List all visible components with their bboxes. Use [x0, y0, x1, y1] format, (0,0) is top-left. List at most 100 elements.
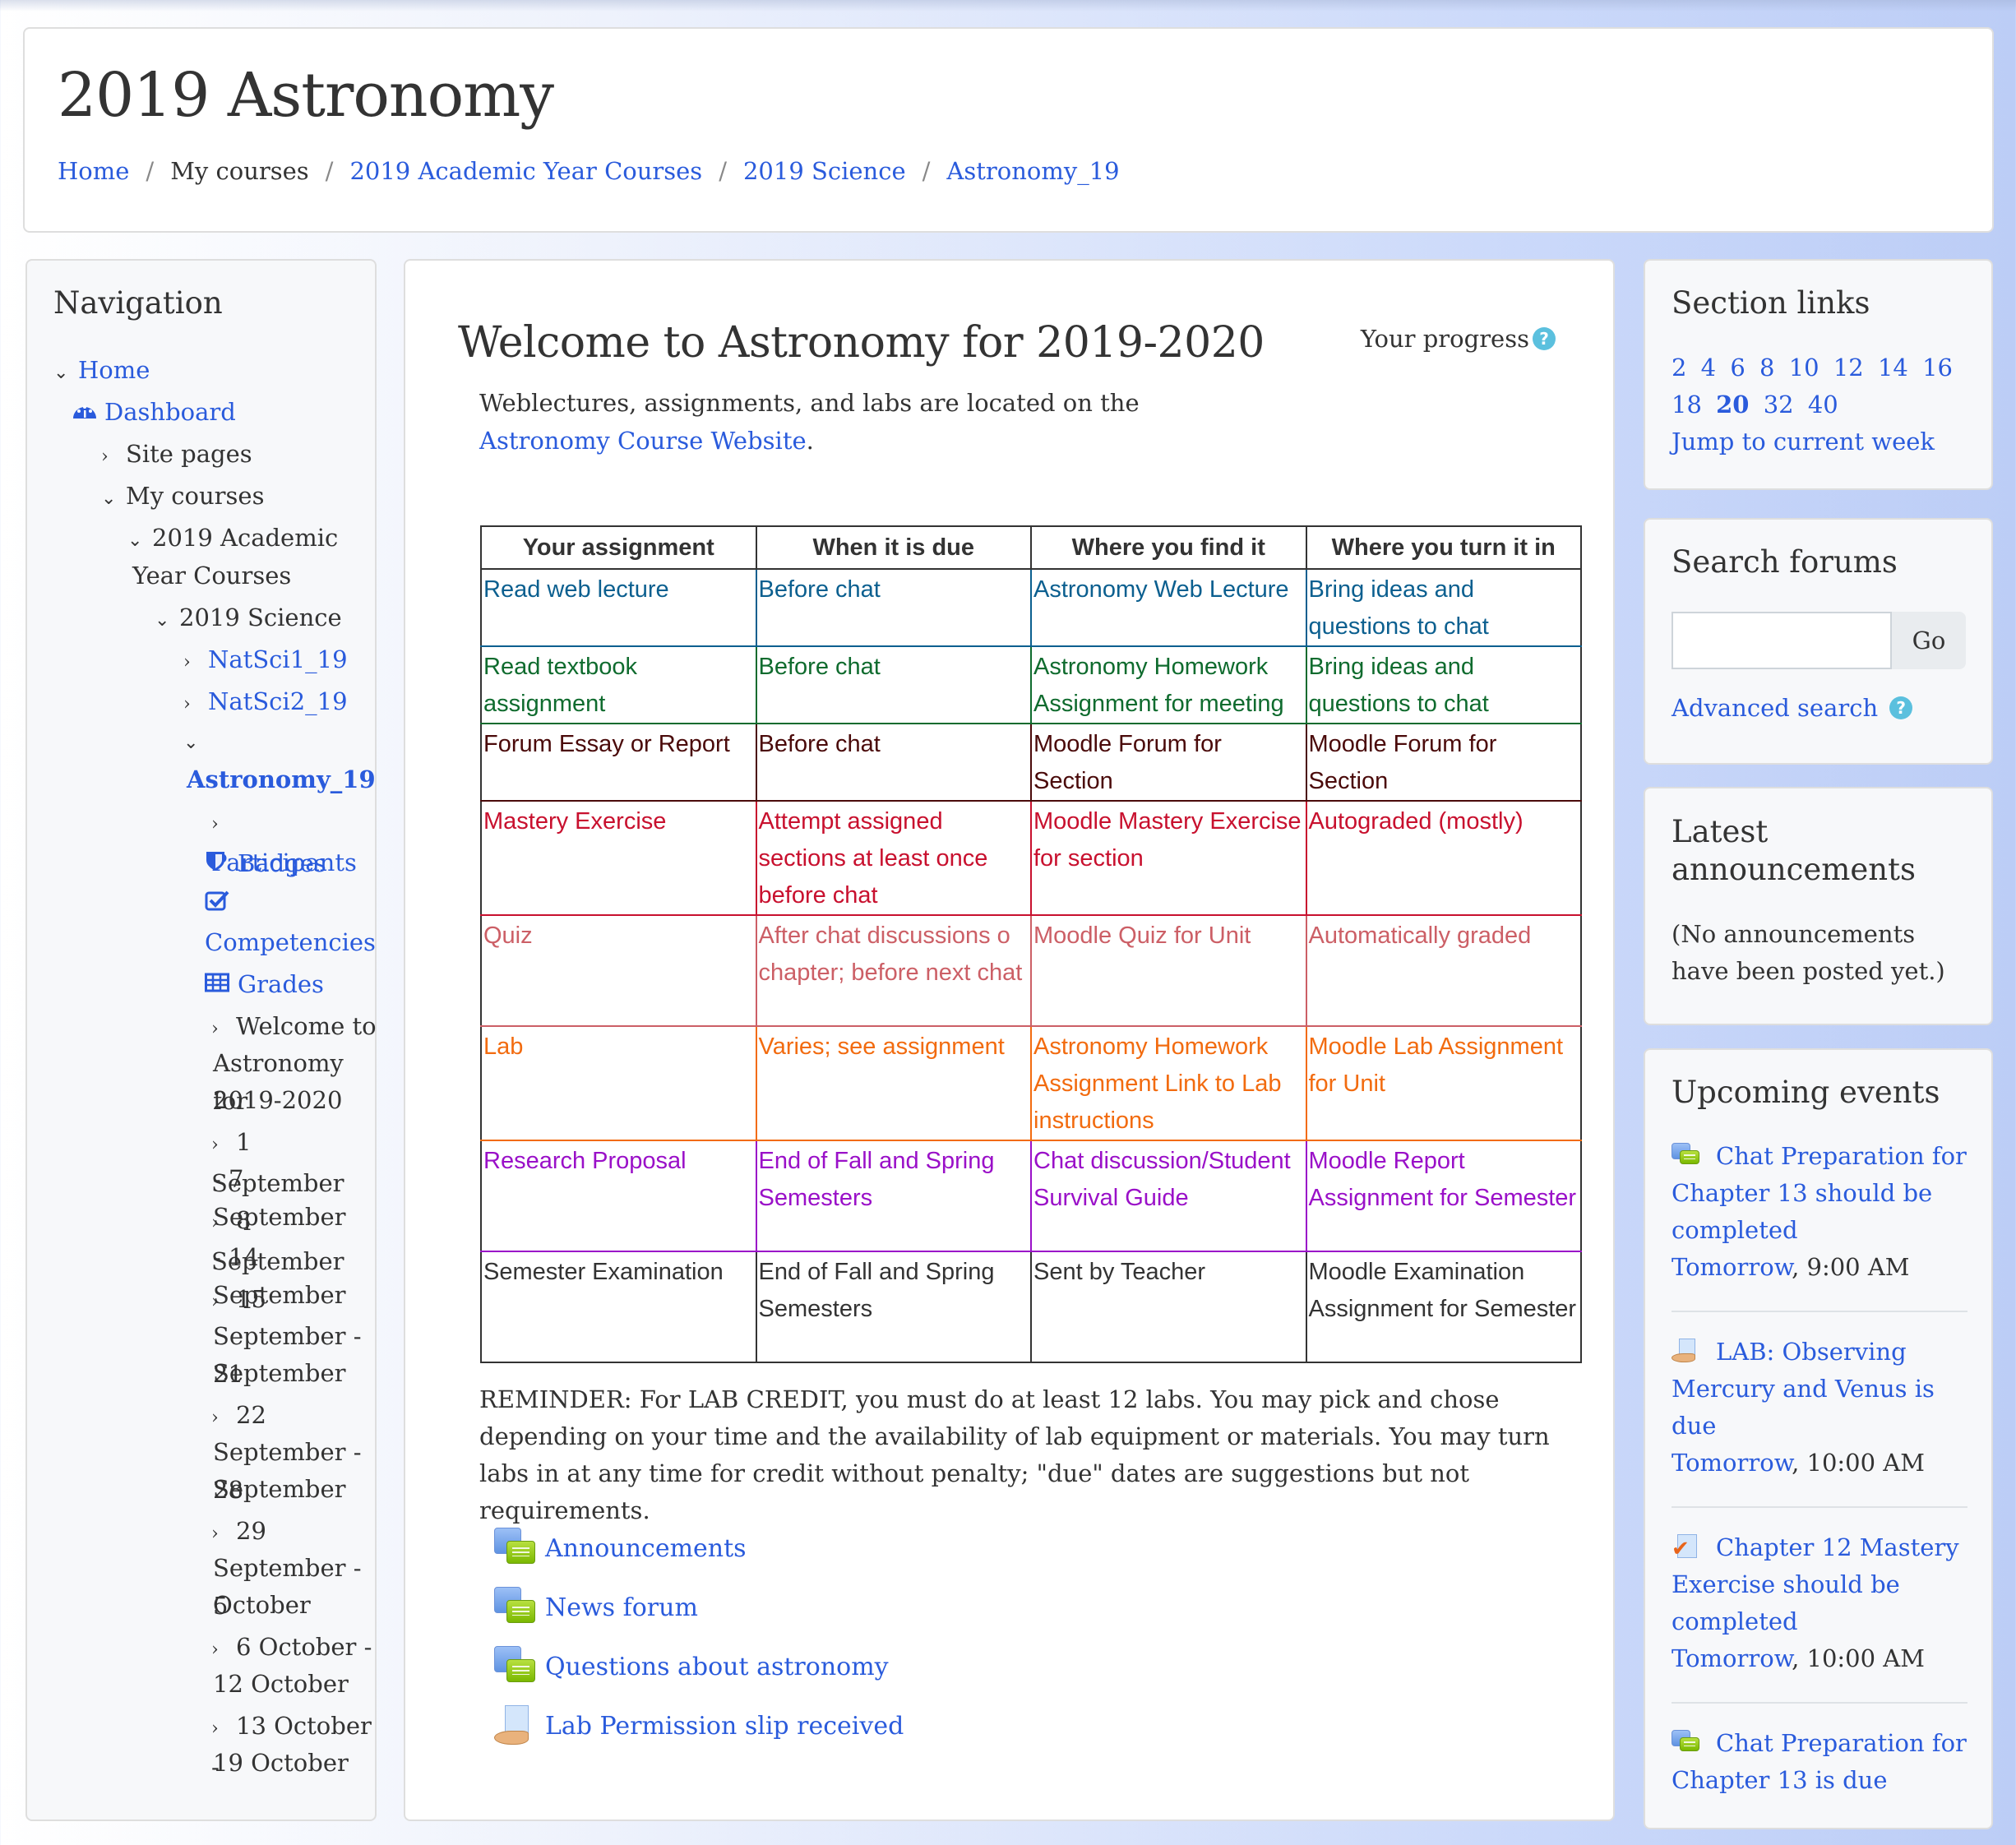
section-link[interactable]: 18: [1672, 391, 1702, 418]
event-title-link[interactable]: Chapter 12 Mastery Exercise should be co…: [1672, 1533, 1959, 1635]
nav-item-label[interactable]: Dashboard: [104, 398, 236, 426]
event-day-link[interactable]: Tomorrow: [1672, 1644, 1792, 1672]
nav-item-label[interactable]: 6 October -: [236, 1633, 372, 1661]
chevron-right-icon[interactable]: ›: [211, 1126, 236, 1164]
chevron-right-icon[interactable]: ›: [211, 1631, 236, 1669]
chevron-down-icon[interactable]: ⌄: [183, 724, 208, 762]
nav-item-label[interactable]: September: [213, 1359, 346, 1387]
event-title-link[interactable]: Chat Preparation for Chapter 13 is due: [1672, 1729, 1967, 1794]
chevron-down-icon[interactable]: ⌄: [101, 480, 126, 518]
nav-item-label[interactable]: 2019 Academic: [152, 524, 338, 552]
advanced-search-link[interactable]: Advanced search: [1672, 694, 1878, 722]
chevron-down-icon[interactable]: ⌄: [155, 602, 179, 640]
section-link[interactable]: 32: [1764, 391, 1794, 418]
nav-item-week-6-cont[interactable]: 12 October: [213, 1665, 349, 1703]
jump-to-current-week-link[interactable]: Jump to current week: [1672, 428, 1935, 455]
chevron-down-icon[interactable]: ⌄: [53, 354, 78, 392]
nav-item-label[interactable]: Home: [78, 356, 150, 384]
chevron-right-icon[interactable]: ›: [101, 438, 126, 476]
event-day-link[interactable]: Tomorrow: [1672, 1449, 1792, 1477]
section-link[interactable]: 40: [1808, 391, 1838, 418]
chevron-right-icon[interactable]: ›: [211, 806, 236, 844]
section-link[interactable]: 10: [1789, 354, 1819, 381]
nav-item-science[interactable]: ⌄ 2019 Science: [155, 599, 342, 640]
go-button[interactable]: Go: [1892, 612, 1966, 669]
nav-item-label[interactable]: 2019 Science: [179, 603, 342, 631]
section-link[interactable]: 2: [1672, 354, 1686, 381]
nav-item-label[interactable]: 2019-2020: [213, 1086, 342, 1114]
nav-item-week-5-cont[interactable]: October: [213, 1586, 311, 1624]
activity-link[interactable]: Announcements: [545, 1534, 747, 1563]
activity-news-forum[interactable]: News forum: [494, 1578, 904, 1637]
nav-item-label[interactable]: Year Courses: [132, 562, 291, 590]
nav-item-week-6[interactable]: › 6 October -: [211, 1628, 372, 1669]
activity-link[interactable]: Lab Permission slip received: [545, 1712, 904, 1741]
nav-item-label[interactable]: Grades: [238, 970, 324, 998]
nav-item-week-4-cont[interactable]: September: [213, 1470, 346, 1508]
chevron-right-icon[interactable]: ›: [211, 1283, 236, 1321]
chevron-right-icon[interactable]: ›: [211, 1710, 236, 1748]
nav-item-week-4[interactable]: › 22: [211, 1396, 266, 1437]
nav-item-label[interactable]: 22: [236, 1401, 266, 1429]
activity-link[interactable]: Questions about astronomy: [545, 1653, 889, 1681]
nav-item-astronomy[interactable]: Astronomy_19: [187, 761, 376, 798]
chevron-right-icon[interactable]: ›: [211, 1010, 236, 1048]
activity-questions[interactable]: Questions about astronomy: [494, 1637, 904, 1696]
nav-item-label[interactable]: 19 October: [213, 1749, 349, 1777]
nav-item-my-courses[interactable]: ⌄ My courses: [101, 477, 264, 518]
nav-item-site-pages[interactable]: › Site pages: [101, 435, 252, 476]
nav-item-label[interactable]: September: [213, 1475, 346, 1503]
chevron-right-icon[interactable]: ›: [211, 1399, 236, 1437]
nav-item-week-7-cont[interactable]: 19 October: [213, 1744, 349, 1782]
nav-item-week-3[interactable]: › 15: [211, 1280, 266, 1321]
activity-link[interactable]: News forum: [545, 1593, 698, 1622]
nav-item-competencies-icon-row[interactable]: [205, 884, 238, 922]
section-link[interactable]: 8: [1759, 354, 1774, 381]
chevron-right-icon[interactable]: ›: [211, 1205, 236, 1242]
nav-item-badges[interactable]: Badges: [205, 844, 326, 882]
nav-item-welcome-cont[interactable]: 2019-2020: [213, 1081, 342, 1119]
breadcrumb-home[interactable]: Home: [58, 157, 129, 185]
nav-item-natsci2[interactable]: › NatSci2_19: [183, 682, 348, 724]
breadcrumb-astronomy[interactable]: Astronomy_19: [946, 157, 1119, 185]
nav-item-label[interactable]: My courses: [126, 482, 264, 510]
chevron-right-icon[interactable]: ›: [211, 1515, 236, 1553]
nav-item-label[interactable]: Badges: [238, 849, 326, 877]
event-title-link[interactable]: Chat Preparation for Chapter 13 should b…: [1672, 1142, 1967, 1244]
nav-item-label[interactable]: 12 October: [213, 1670, 349, 1698]
nav-item-label[interactable]: October: [213, 1591, 311, 1619]
nav-item-academic-year[interactable]: ⌄ 2019 Academic: [127, 519, 338, 560]
nav-item-competencies[interactable]: Competencies: [205, 923, 376, 961]
section-link[interactable]: 14: [1878, 354, 1908, 381]
help-icon[interactable]: ?: [1889, 696, 1913, 719]
help-icon[interactable]: ?: [1533, 327, 1556, 350]
nav-item-label[interactable]: NatSci1_19: [208, 645, 348, 673]
nav-item-dashboard[interactable]: Dashboard: [72, 393, 236, 431]
chevron-right-icon[interactable]: ›: [183, 644, 208, 682]
section-link[interactable]: 20: [1716, 391, 1749, 418]
activity-lab-permission[interactable]: Lab Permission slip received: [494, 1696, 904, 1755]
nav-item-label[interactable]: Astronomy_19: [187, 765, 376, 793]
nav-item-label[interactable]: Competencies: [205, 928, 376, 956]
event-day-link[interactable]: Tomorrow: [1672, 1253, 1792, 1281]
nav-item-natsci1[interactable]: › NatSci1_19: [183, 640, 348, 682]
breadcrumb-academic-year[interactable]: 2019 Academic Year Courses: [349, 157, 702, 185]
nav-item-astronomy-toggle[interactable]: ⌄: [183, 721, 208, 762]
nav-item-home[interactable]: ⌄ Home: [53, 351, 150, 392]
breadcrumb-science[interactable]: 2019 Science: [743, 157, 906, 185]
section-link[interactable]: 4: [1701, 354, 1716, 381]
nav-item-label[interactable]: NatSci2_19: [208, 687, 348, 715]
event-title-link[interactable]: LAB: Observing Mercury and Venus is due: [1672, 1338, 1935, 1440]
nav-item-label[interactable]: Site pages: [126, 440, 252, 468]
section-link[interactable]: 6: [1730, 354, 1745, 381]
course-website-link[interactable]: Astronomy Course Website: [479, 427, 807, 455]
section-link[interactable]: 12: [1833, 354, 1864, 381]
section-link[interactable]: 16: [1922, 354, 1953, 381]
nav-item-grades[interactable]: Grades: [205, 965, 324, 1003]
search-input[interactable]: [1672, 612, 1892, 669]
nav-item-welcome[interactable]: › Welcome to: [211, 1007, 377, 1048]
activity-announcements[interactable]: Announcements: [494, 1519, 904, 1578]
chevron-down-icon[interactable]: ⌄: [127, 522, 152, 560]
nav-item-week-5[interactable]: › 29: [211, 1512, 266, 1553]
nav-item-label[interactable]: 29: [236, 1517, 266, 1545]
